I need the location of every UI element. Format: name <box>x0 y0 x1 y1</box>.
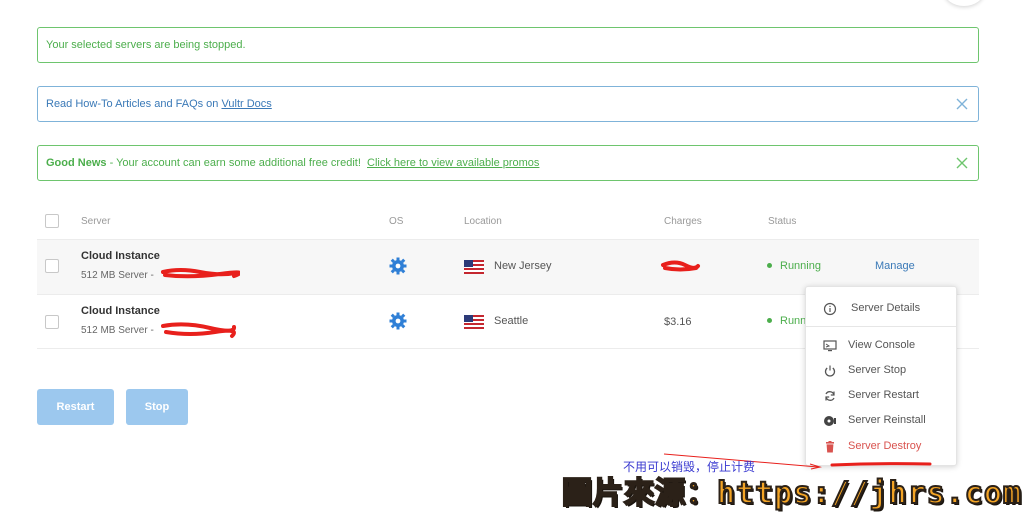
select-all-checkbox[interactable] <box>45 214 59 228</box>
restart-button[interactable]: Restart <box>37 389 114 425</box>
header-location: Location <box>464 216 502 227</box>
alert-stopped-text: Your selected servers are being stopped. <box>46 39 246 51</box>
header-status: Status <box>768 216 797 227</box>
top-avatar-edge <box>944 0 984 6</box>
monitor-icon <box>823 339 837 353</box>
menu-item-server-details[interactable]: Server Details <box>806 298 956 320</box>
alert-servers-stopping: Your selected servers are being stopped. <box>37 27 979 63</box>
header-server: Server <box>81 216 111 227</box>
server-name[interactable]: Cloud Instance <box>81 305 160 317</box>
status-badge: Running <box>767 260 821 272</box>
menu-item-server-stop[interactable]: Server Stop <box>806 360 956 382</box>
redaction-scribble <box>161 268 240 279</box>
server-location: Seattle <box>494 315 529 327</box>
stop-button[interactable]: Stop <box>126 389 188 425</box>
close-icon[interactable] <box>956 98 968 110</box>
table-header: Server OS Location Charges Status <box>37 214 979 240</box>
menu-item-label: View Console <box>848 339 916 351</box>
power-icon <box>823 364 837 378</box>
menu-item-server-reinstall[interactable]: Server Reinstall <box>806 410 956 432</box>
os-gear-icon <box>389 257 407 280</box>
status-badge: Runn <box>767 315 806 327</box>
redaction-scribble <box>661 260 700 272</box>
menu-item-server-restart[interactable]: Server Restart <box>806 385 956 407</box>
header-charges: Charges <box>664 216 702 227</box>
header-os: OS <box>389 216 404 227</box>
row-checkbox[interactable] <box>45 259 59 273</box>
watermark: 圖片來源：https://jhrs.com <box>561 475 1022 512</box>
menu-item-label: Server Stop <box>848 364 907 376</box>
status-text: Runn <box>780 315 807 327</box>
os-gear-icon <box>389 312 407 335</box>
redaction-scribble <box>161 322 236 338</box>
promo-link[interactable]: Click here to view available promos <box>367 157 539 169</box>
promo-title: Good News <box>46 157 107 169</box>
menu-item-view-console[interactable]: View Console <box>806 335 956 357</box>
us-flag-icon <box>464 315 484 329</box>
promo-text: - Your account can earn some additional … <box>106 157 368 169</box>
refresh-icon <box>823 389 837 403</box>
info-icon <box>823 302 837 316</box>
manage-link[interactable]: Manage <box>875 260 915 272</box>
manage-dropdown-menu: Server Details View Console Server Stop … <box>805 286 957 466</box>
server-plan: 512 MB Server - <box>81 325 154 336</box>
close-icon[interactable] <box>956 157 968 169</box>
alert-docs-text: Read How-To Articles and FAQs on <box>46 98 222 110</box>
us-flag-icon <box>464 260 484 274</box>
menu-item-label: Server Details <box>851 302 921 314</box>
server-name[interactable]: Cloud Instance <box>81 250 160 262</box>
menu-item-label: Server Restart <box>848 389 919 401</box>
server-location: New Jersey <box>494 260 552 272</box>
status-text: Running <box>780 260 821 272</box>
server-charges: $3.16 <box>664 316 692 328</box>
row-checkbox[interactable] <box>45 315 59 329</box>
vultr-docs-link[interactable]: Vultr Docs <box>221 98 271 110</box>
menu-divider <box>806 326 956 327</box>
server-plan: 512 MB Server - <box>81 270 154 281</box>
alert-docs: Read How-To Articles and FAQs on Vultr D… <box>37 86 979 122</box>
reinstall-icon <box>823 414 837 428</box>
alert-promo: Good News - Your account can earn some a… <box>37 145 979 181</box>
menu-item-label: Server Reinstall <box>848 414 926 426</box>
